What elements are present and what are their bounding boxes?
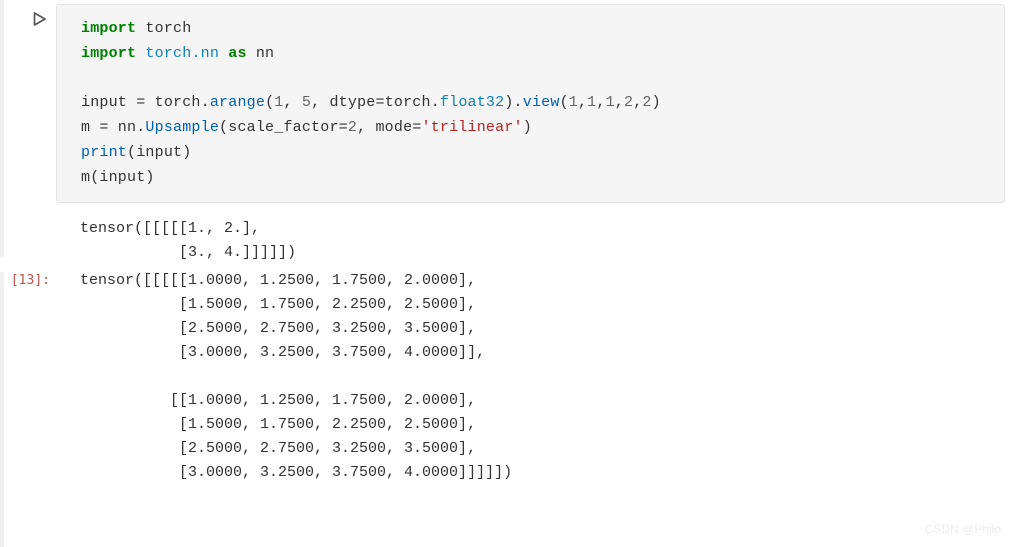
cell-indicator-input — [0, 0, 4, 257]
code-editor[interactable]: import torchimport torch.nn as nn input … — [56, 4, 1005, 203]
gutter — [4, 4, 56, 37]
run-icon[interactable] — [30, 16, 48, 33]
output-line: [1.5000, 1.7500, 2.2500, 2.5000], — [80, 293, 1009, 317]
output-line: tensor([[[[[1., 2.], — [80, 217, 1009, 241]
output-line: [3.0000, 3.2500, 3.7500, 4.0000]]]]]) — [80, 461, 1009, 485]
output-line: [2.5000, 2.7500, 3.2500, 3.5000], — [80, 437, 1009, 461]
out-prompt: [13]: — [11, 273, 50, 288]
code-line — [81, 67, 980, 92]
output-line: [3., 4.]]]]]) — [80, 241, 1009, 265]
code-line: import torch — [81, 17, 980, 42]
code-line: input = torch.arange(1, 5, dtype=torch.f… — [81, 91, 980, 116]
output-line: [3.0000, 3.2500, 3.7500, 4.0000]], — [80, 341, 1009, 365]
output-result-gutter: [13]: — [4, 269, 56, 293]
code-line: m(input) — [81, 166, 980, 191]
code-line: m = nn.Upsample(scale_factor=2, mode='tr… — [81, 116, 980, 141]
code-cell: import torchimport torch.nn as nn input … — [0, 0, 1009, 213]
output-print-row: tensor([[[[[1., 2.], [3., 4.]]]]]) — [0, 217, 1009, 265]
cell-indicator-output — [0, 272, 4, 547]
code-line: print(input) — [81, 141, 980, 166]
output-print: tensor([[[[[1., 2.], [3., 4.]]]]]) — [56, 217, 1009, 265]
code-line: import torch.nn as nn — [81, 42, 980, 67]
watermark: CSDN @Philo — [925, 520, 1001, 539]
output-result: tensor([[[[[1.0000, 1.2500, 1.7500, 2.00… — [56, 269, 1009, 485]
output-line: [[1.0000, 1.2500, 1.7500, 2.0000], — [80, 389, 1009, 413]
output-line — [80, 365, 1009, 389]
output-line: [1.5000, 1.7500, 2.2500, 2.5000], — [80, 413, 1009, 437]
output-line: [2.5000, 2.7500, 3.2500, 3.5000], — [80, 317, 1009, 341]
output-line: tensor([[[[[1.0000, 1.2500, 1.7500, 2.00… — [80, 269, 1009, 293]
output-result-row: [13]: tensor([[[[[1.0000, 1.2500, 1.7500… — [0, 269, 1009, 485]
